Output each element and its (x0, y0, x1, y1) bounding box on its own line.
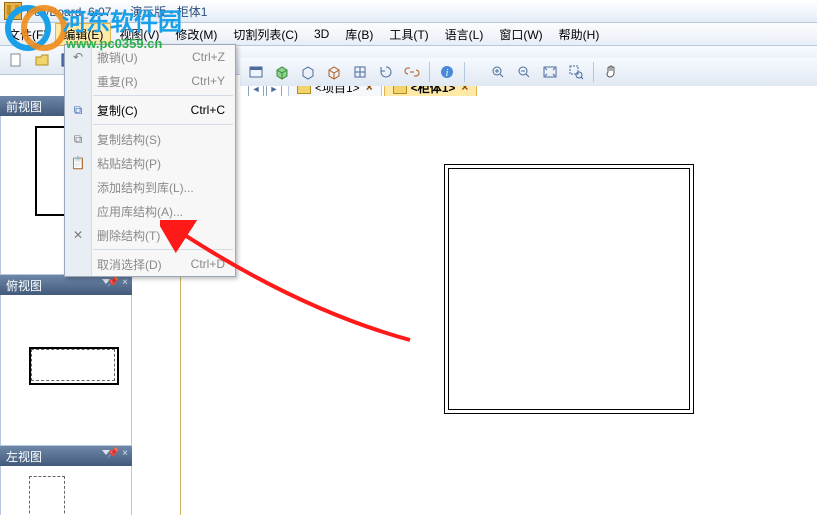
menu-shortcut: Ctrl+D (191, 257, 225, 271)
pane-label: 前视图 (6, 98, 42, 115)
menu-separator (93, 249, 233, 250)
menu-shortcut: Ctrl+Y (191, 74, 225, 88)
copy-struct-icon: ⧉ (70, 131, 86, 147)
menu-window[interactable]: 窗口(W) (491, 23, 550, 46)
menu-item-add-to-library[interactable]: 添加结构到库(L)... (65, 175, 235, 199)
rotate-icon[interactable] (374, 60, 398, 84)
menu-item-label: 重复(R) (97, 73, 138, 90)
pane-top-title[interactable]: 俯视图 📌 × (0, 275, 132, 295)
title-bar: PolyBoard_6.07 — 演示版 - 柜体1 (0, 0, 817, 23)
open-icon[interactable] (30, 48, 54, 72)
menu-help[interactable]: 帮助(H) (551, 23, 608, 46)
zoom-in-icon[interactable] (486, 60, 510, 84)
cube3d-icon[interactable] (322, 60, 346, 84)
menu-bar: 文件(F) 编辑(E) 视图(V) 修改(M) 切割列表(C) 3D 库(B) … (0, 23, 817, 46)
info-icon[interactable]: i (435, 60, 459, 84)
zoom-out-icon[interactable] (512, 60, 536, 84)
menu-language[interactable]: 语言(L) (437, 23, 492, 46)
menu-cutlist[interactable]: 切割列表(C) (225, 23, 306, 46)
menu-item-label: 删除结构(T) (97, 227, 160, 244)
menu-edit-dropdown: ↶ 撤销(U) Ctrl+Z 重复(R) Ctrl+Y ⧉ 复制(C) Ctrl… (64, 44, 236, 277)
zoom-region-icon[interactable] (564, 60, 588, 84)
menu-edit[interactable]: 编辑(E) (55, 23, 111, 46)
menu-item-copy-structure[interactable]: ⧉ 复制结构(S) (65, 127, 235, 151)
hand-icon[interactable] (599, 60, 623, 84)
new-icon[interactable] (4, 48, 28, 72)
pane-top-view[interactable] (0, 295, 132, 446)
menu-item-apply-library[interactable]: 应用库结构(A)... (65, 199, 235, 223)
cube-icon[interactable] (296, 60, 320, 84)
menu-file[interactable]: 文件(F) (0, 23, 55, 46)
menu-item-redo[interactable]: 重复(R) Ctrl+Y (65, 69, 235, 93)
menu-item-undo[interactable]: ↶ 撤销(U) Ctrl+Z (65, 45, 235, 69)
menu-item-label: 撤销(U) (97, 49, 138, 66)
menu-item-delete-structure[interactable]: ✕ 删除结构(T) (65, 223, 235, 247)
menu-item-label: 复制结构(S) (97, 131, 161, 148)
menu-modify[interactable]: 修改(M) (167, 23, 225, 46)
menu-item-label: 添加结构到库(L)... (97, 179, 194, 196)
pane-left-title[interactable]: 左视图 📌 × (0, 446, 132, 466)
link-icon[interactable] (400, 60, 424, 84)
menu-item-label: 复制(C) (97, 102, 138, 119)
pane-label: 俯视图 (6, 277, 42, 294)
delete-icon: ✕ (70, 227, 86, 243)
copy-icon: ⧉ (70, 102, 86, 118)
paste-struct-icon: 📋 (70, 155, 86, 171)
menu-separator (93, 124, 233, 125)
pin-icon[interactable]: 📌 × (107, 277, 128, 288)
pin-icon[interactable]: 📌 × (107, 448, 128, 459)
box-icon[interactable] (270, 60, 294, 84)
menu-tools[interactable]: 工具(T) (381, 23, 436, 46)
pane-label: 左视图 (6, 448, 42, 465)
window-title: PolyBoard_6.07 — 演示版 - 柜体1 (26, 3, 207, 20)
separator-icon (464, 62, 465, 82)
toolbar-view: i (240, 58, 817, 86)
menu-shortcut: Ctrl+C (191, 103, 225, 117)
separator-icon (593, 62, 594, 82)
menu-library[interactable]: 库(B) (337, 23, 381, 46)
separator-icon (429, 62, 430, 82)
menu-shortcut: Ctrl+Z (192, 50, 225, 64)
menu-item-paste-structure[interactable]: 📋 粘贴结构(P) (65, 151, 235, 175)
undo-icon: ↶ (70, 49, 86, 65)
menu-item-deselect[interactable]: 取消选择(D) Ctrl+D (65, 252, 235, 276)
menu-item-label: 应用库结构(A)... (97, 203, 183, 220)
menu-item-label: 粘贴结构(P) (97, 155, 161, 172)
pane-left-view[interactable] (0, 466, 132, 515)
svg-text:i: i (446, 68, 449, 79)
window-icon[interactable] (244, 60, 268, 84)
menu-item-copy[interactable]: ⧉ 复制(C) Ctrl+C (65, 98, 235, 122)
cabinet-outline[interactable] (444, 164, 694, 414)
panel-icon[interactable] (348, 60, 372, 84)
zoom-fit-icon[interactable] (538, 60, 562, 84)
menu-separator (93, 95, 233, 96)
menu-3d[interactable]: 3D (306, 24, 337, 44)
app-icon (4, 2, 22, 20)
menu-view[interactable]: 视图(V) (111, 23, 167, 46)
menu-item-label: 取消选择(D) (97, 256, 162, 273)
